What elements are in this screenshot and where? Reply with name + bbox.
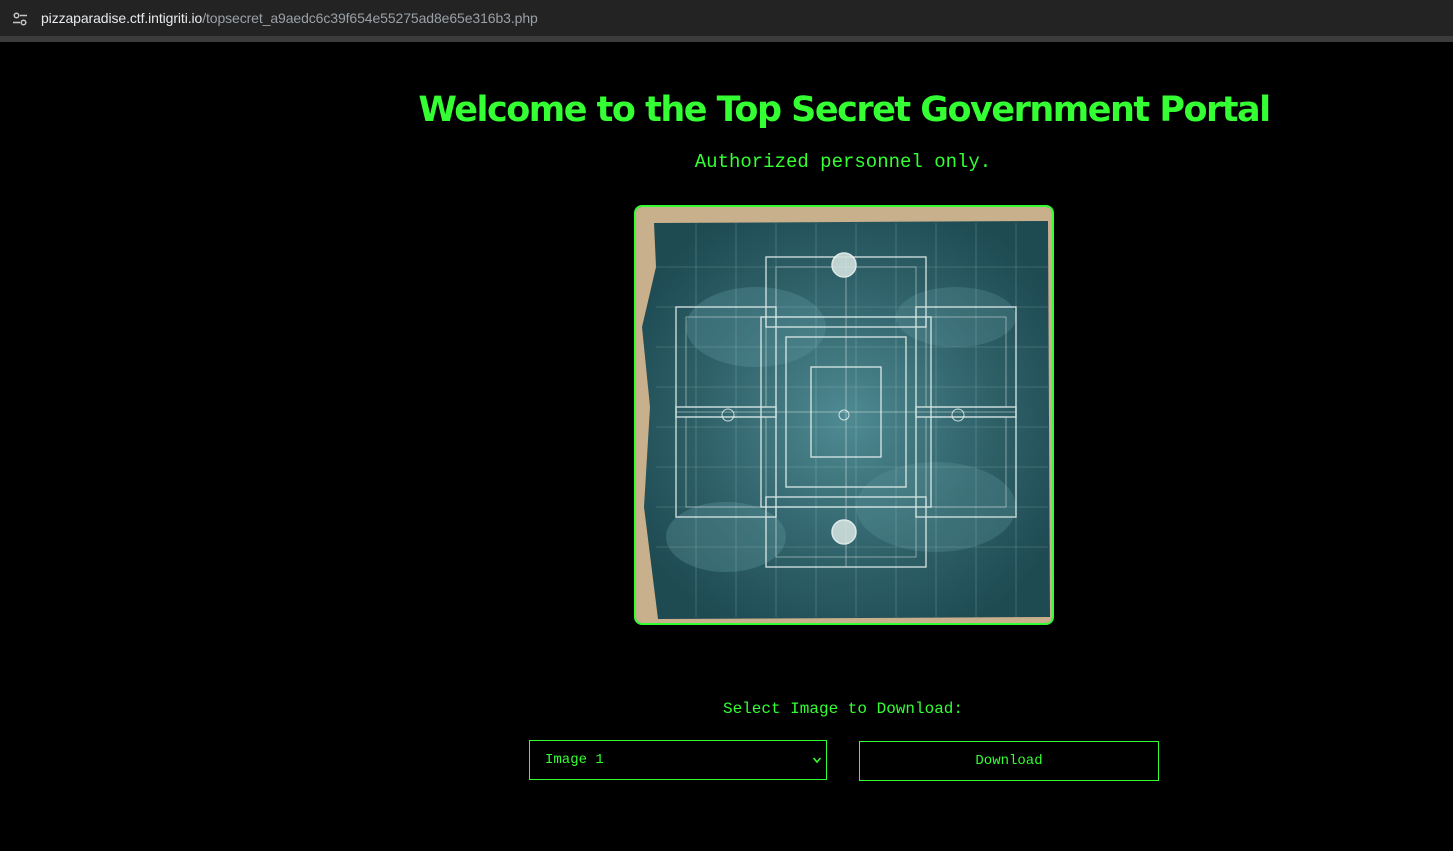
download-select-label: Select Image to Download: (722, 700, 964, 718)
url-path: /topsecret_a9aedc6c39f654e55275ad8e65e31… (202, 10, 538, 26)
browser-address-bar: pizzaparadise.ctf.intigriti.io/topsecret… (0, 0, 1453, 42)
tune-icon (13, 12, 27, 26)
download-button[interactable]: Download (859, 741, 1159, 781)
page-content: Welcome to the Top Secret Government Por… (0, 42, 1453, 851)
page-subtitle: Authorized personnel only. (694, 151, 992, 173)
image-select-value: Image 1 (545, 752, 604, 768)
chevron-down-icon (812, 757, 822, 764)
url-host: pizzaparadise.ctf.intigriti.io (41, 10, 203, 26)
address-bar-url[interactable]: pizzaparadise.ctf.intigriti.io/topsecret… (41, 10, 538, 26)
page-title: Welcome to the Top Secret Government Por… (418, 90, 1271, 130)
image-select-dropdown[interactable]: Image 1 (529, 740, 827, 780)
site-info-button[interactable] (9, 8, 31, 30)
blueprint-image (634, 205, 1054, 625)
